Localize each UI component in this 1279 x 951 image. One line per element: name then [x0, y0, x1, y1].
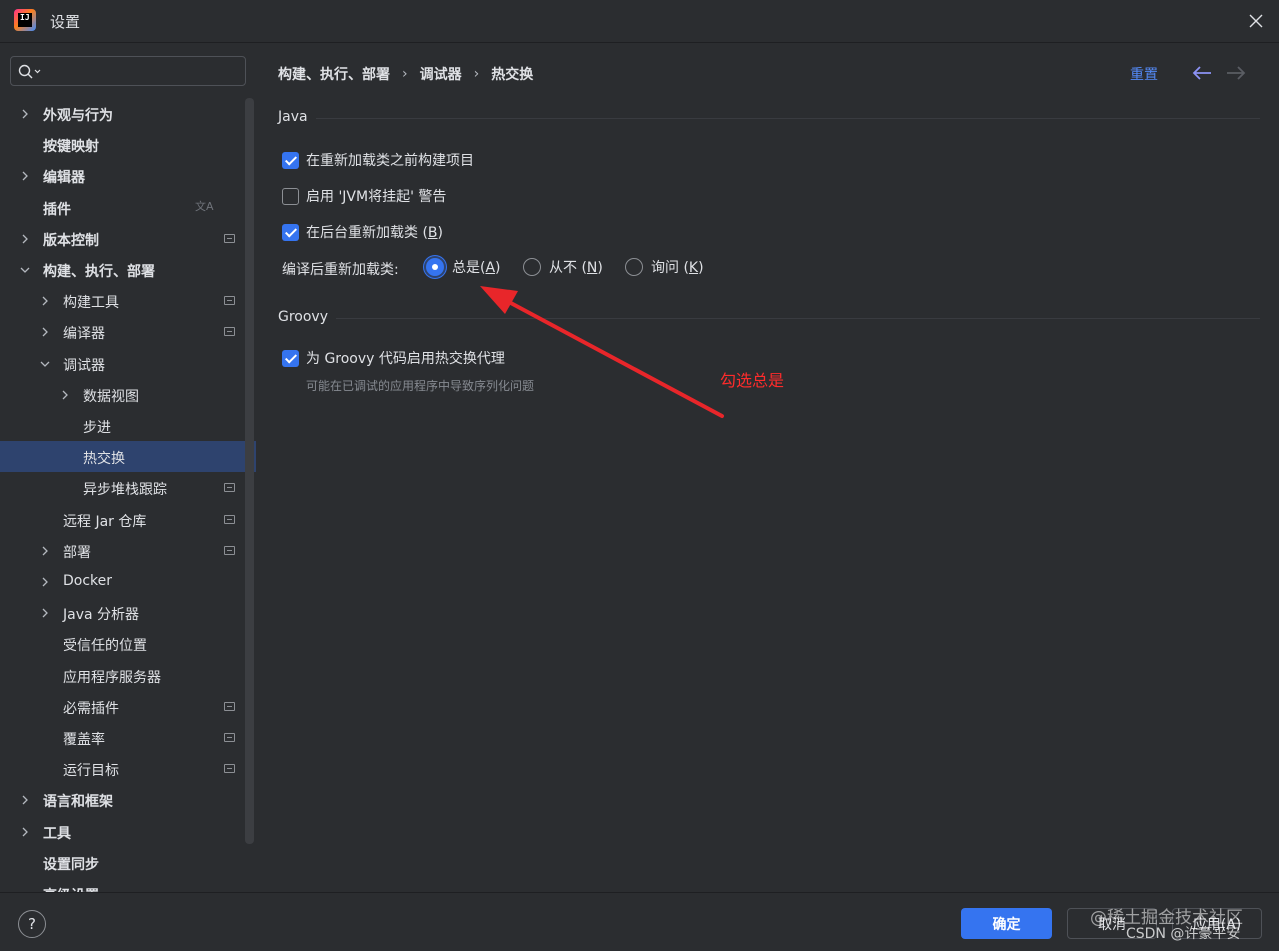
- sidebar-item[interactable]: 数据视图: [0, 379, 256, 410]
- settings-content: 构建、执行、部署 › 调试器 › 热交换 重置 Java 在重新加载类之前构建项…: [256, 44, 1279, 892]
- sidebar-item[interactable]: 插件 文A: [0, 192, 256, 223]
- sidebar-item-label: 必需插件: [63, 701, 119, 717]
- sidebar-item[interactable]: 按键映射: [0, 129, 256, 160]
- sidebar-item[interactable]: 远程 Jar 仓库: [0, 504, 256, 535]
- search-input[interactable]: [49, 61, 239, 81]
- chevron-down-icon[interactable]: [39, 358, 51, 370]
- sidebar-item[interactable]: Docker: [0, 566, 256, 597]
- sidebar-item[interactable]: 版本控制: [0, 223, 256, 254]
- chevron-right-icon[interactable]: [39, 545, 51, 557]
- help-button[interactable]: ?: [18, 910, 46, 938]
- chevron-down-icon[interactable]: [19, 264, 31, 276]
- sidebar-item[interactable]: 编辑器: [0, 160, 256, 191]
- project-level-icon: [224, 234, 235, 243]
- translate-icon: 文A: [195, 200, 214, 213]
- sidebar-item-label: 编辑器: [43, 170, 85, 186]
- sidebar-item-label: 按键映射: [43, 139, 99, 155]
- window-title: 设置: [50, 13, 81, 31]
- project-level-icon: [224, 327, 235, 336]
- sidebar-item[interactable]: 应用程序服务器: [0, 660, 256, 691]
- sidebar-item[interactable]: 必需插件: [0, 691, 256, 722]
- sidebar-item-label: 工具: [43, 826, 71, 842]
- sidebar-item[interactable]: 调试器: [0, 348, 256, 379]
- sidebar-item-label: 远程 Jar 仓库: [63, 514, 147, 530]
- project-level-icon: [224, 515, 235, 524]
- chevron-right-icon[interactable]: [39, 607, 51, 619]
- sidebar-item[interactable]: 运行目标: [0, 753, 256, 784]
- project-level-icon: [224, 733, 235, 742]
- annotation-label: 勾选总是: [720, 371, 785, 390]
- sidebar-item[interactable]: 构建、执行、部署: [0, 254, 256, 285]
- ok-button[interactable]: 确定: [961, 908, 1052, 939]
- sidebar-item[interactable]: 部署: [0, 535, 256, 566]
- sidebar-item-label: 运行目标: [63, 763, 119, 779]
- project-level-icon: [224, 702, 235, 711]
- sidebar-item[interactable]: 热交换: [0, 441, 256, 472]
- chevron-right-icon[interactable]: [19, 794, 31, 806]
- search-icon: [18, 64, 41, 79]
- chevron-right-icon[interactable]: [19, 108, 31, 120]
- annotation-arrow: [480, 286, 724, 418]
- sidebar-item-label: 调试器: [63, 358, 105, 374]
- sidebar-item[interactable]: 高级设置: [0, 878, 256, 892]
- title-bar: IJ 设置: [0, 0, 1279, 43]
- chevron-right-icon[interactable]: [19, 170, 31, 182]
- close-button[interactable]: [1243, 8, 1269, 34]
- dialog-footer: ? 确定 取消 应用(A) @稀土掘金技术社区 CSDN @许豪平安: [0, 892, 1279, 951]
- sidebar-item-label: 异步堆栈跟踪: [83, 482, 167, 498]
- sidebar-item-label: 高级设置: [43, 885, 99, 892]
- sidebar-item-label: 插件: [43, 202, 71, 218]
- sidebar-item[interactable]: Java 分析器: [0, 597, 256, 628]
- sidebar-item-label: 外观与行为: [43, 108, 113, 124]
- sidebar-item[interactable]: 构建工具: [0, 285, 256, 316]
- watermark: CSDN @许豪平安: [1126, 926, 1241, 942]
- sidebar-item-label: 热交换: [83, 451, 125, 467]
- close-icon: [1249, 14, 1263, 28]
- sidebar-item-label: 语言和框架: [43, 794, 113, 810]
- sidebar-item[interactable]: 工具: [0, 816, 256, 847]
- sidebar-item[interactable]: 异步堆栈跟踪: [0, 472, 256, 503]
- sidebar-item-label: 部署: [63, 545, 91, 561]
- chevron-right-icon[interactable]: [19, 826, 31, 838]
- project-level-icon: [224, 296, 235, 305]
- chevron-right-icon[interactable]: [39, 295, 51, 307]
- settings-sidebar: 外观与行为按键映射编辑器插件 文A 版本控制构建、执行、部署构建工具编译器调试器数据…: [0, 44, 256, 892]
- sidebar-item-label: Java 分析器: [63, 607, 140, 623]
- sidebar-item[interactable]: 编译器: [0, 316, 256, 347]
- sidebar-item-label: 受信任的位置: [63, 638, 147, 654]
- sidebar-item-label: 数据视图: [83, 389, 139, 405]
- sidebar-item-label: 构建、执行、部署: [43, 264, 155, 280]
- sidebar-item-label: 应用程序服务器: [63, 670, 161, 686]
- sidebar-item-label: Docker: [63, 573, 113, 589]
- project-level-icon: [224, 764, 235, 773]
- project-level-icon: [224, 546, 235, 555]
- sidebar-item-label: 设置同步: [43, 857, 99, 873]
- sidebar-item-label: 步进: [83, 420, 111, 436]
- chevron-right-icon[interactable]: [39, 576, 51, 588]
- sidebar-item[interactable]: 语言和框架: [0, 784, 256, 815]
- sidebar-item-label: 构建工具: [63, 295, 119, 311]
- chevron-right-icon[interactable]: [19, 233, 31, 245]
- sidebar-item[interactable]: 步进: [0, 410, 256, 441]
- sidebar-item[interactable]: 外观与行为: [0, 98, 256, 129]
- sidebar-item-label: 编译器: [63, 326, 105, 342]
- sidebar-item-label: 覆盖率: [63, 732, 105, 748]
- chevron-right-icon[interactable]: [39, 326, 51, 338]
- project-level-icon: [224, 483, 235, 492]
- sidebar-item[interactable]: 受信任的位置: [0, 628, 256, 659]
- app-logo-icon: IJ: [14, 9, 36, 31]
- sidebar-item[interactable]: 设置同步: [0, 847, 256, 878]
- sidebar-item-label: 版本控制: [43, 233, 99, 249]
- sidebar-scrollbar[interactable]: [245, 98, 254, 844]
- search-box[interactable]: [10, 56, 246, 86]
- chevron-right-icon[interactable]: [59, 389, 71, 401]
- sidebar-item[interactable]: 覆盖率: [0, 722, 256, 753]
